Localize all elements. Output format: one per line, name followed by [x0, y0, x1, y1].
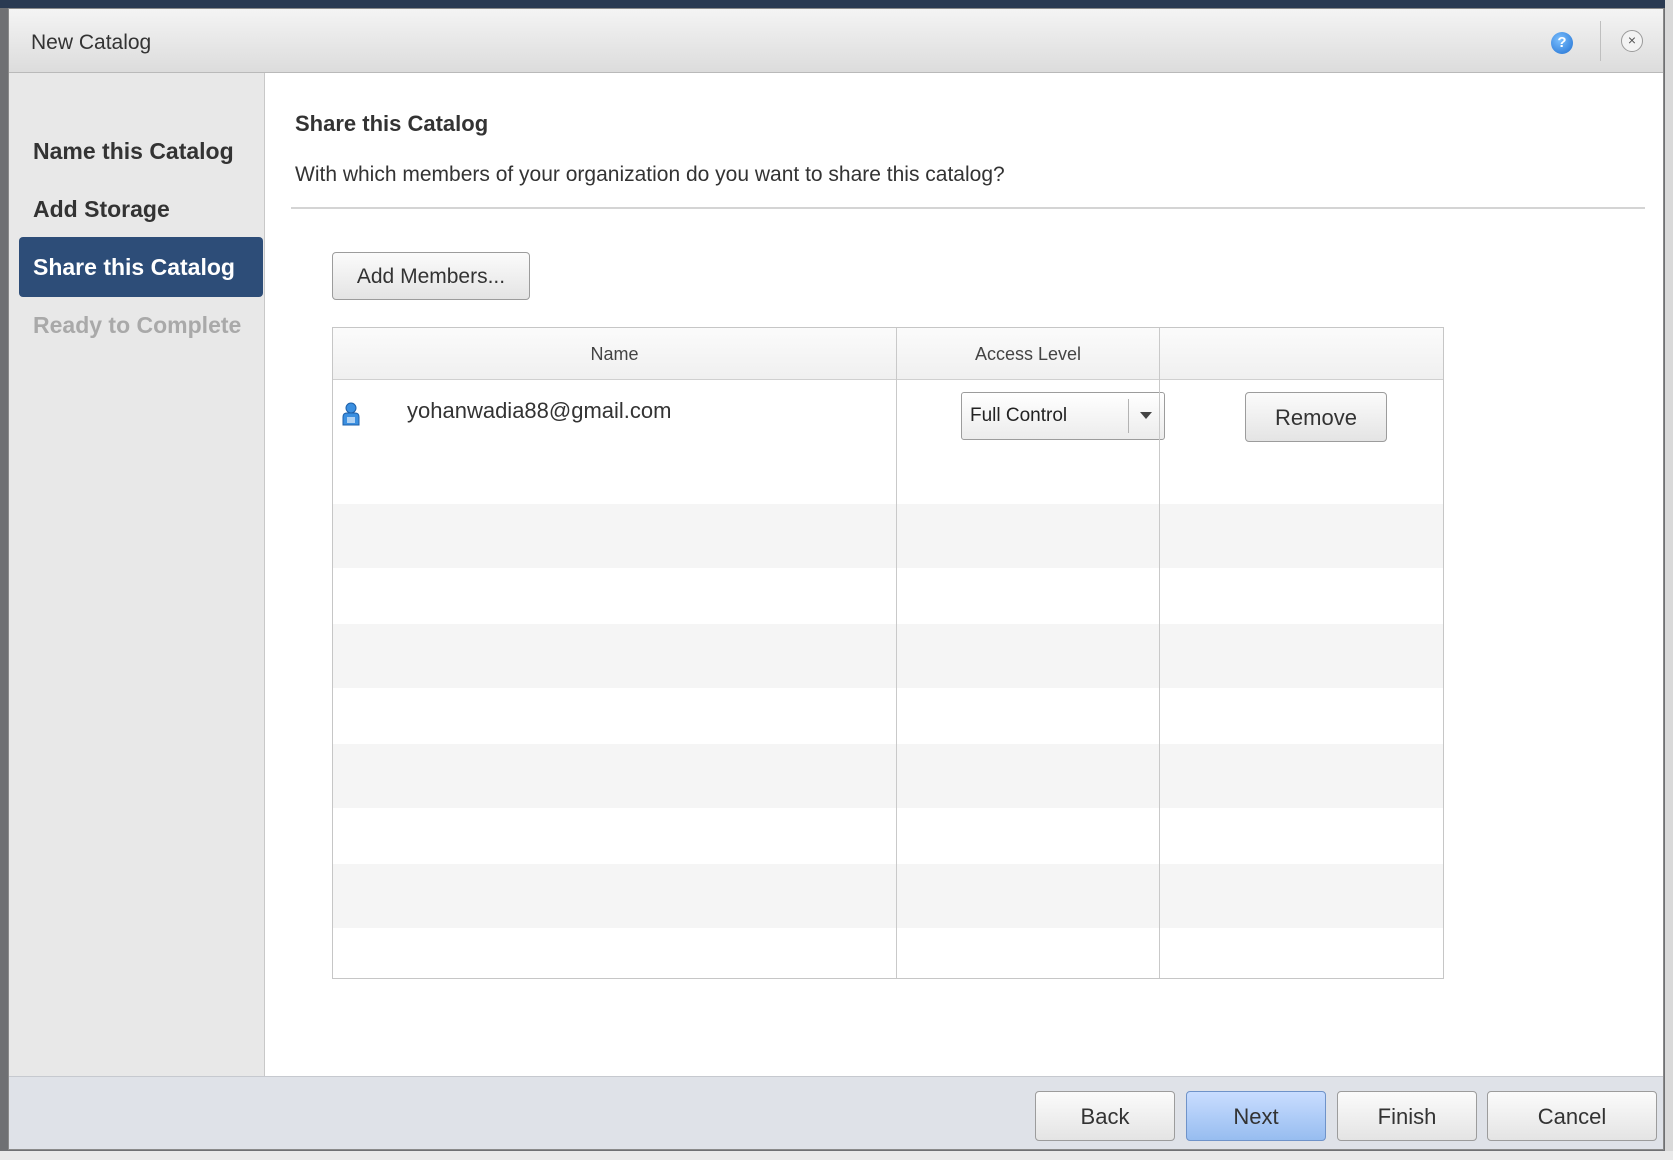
- members-table: Name Access Level yohanwadia88@gmail.com…: [332, 327, 1444, 979]
- column-divider: [896, 328, 897, 978]
- wizard-content: Share this Catalog With which members of…: [265, 73, 1663, 1076]
- table-header: Name Access Level: [333, 328, 1443, 380]
- table-row: [333, 564, 1443, 628]
- user-icon: [342, 402, 360, 426]
- access-level-value: Full Control: [970, 405, 1068, 426]
- cancel-button[interactable]: Cancel: [1487, 1091, 1657, 1141]
- step-label: Ready to Complete: [33, 312, 242, 338]
- column-header-actions: [1160, 328, 1443, 380]
- dialog-titlebar[interactable]: New Catalog ? ×: [9, 9, 1663, 73]
- step-label: Add Storage: [33, 196, 170, 222]
- finish-button[interactable]: Finish: [1337, 1091, 1477, 1141]
- background-app-edge: [1665, 0, 1673, 1160]
- table-row: [333, 684, 1443, 748]
- step-label: Name this Catalog: [33, 138, 234, 164]
- column-header-access-level[interactable]: Access Level: [897, 328, 1159, 380]
- table-row: [333, 744, 1443, 808]
- step-label: Share this Catalog: [33, 254, 235, 280]
- page-title: Share this Catalog: [295, 111, 489, 136]
- wizard-steps-sidebar: Name this Catalog Add Storage Share this…: [9, 73, 265, 1076]
- table-row: [333, 624, 1443, 688]
- step-share-this-catalog[interactable]: Share this Catalog: [19, 237, 263, 297]
- column-divider: [1159, 328, 1160, 978]
- background-app-header: [0, 0, 1673, 8]
- close-icon[interactable]: ×: [1621, 30, 1643, 52]
- background-app-footer: [0, 1151, 1673, 1160]
- help-icon[interactable]: ?: [1551, 32, 1573, 54]
- add-members-button[interactable]: Add Members...: [332, 252, 530, 300]
- step-ready-to-complete: Ready to Complete: [19, 295, 263, 355]
- wizard-footer: Back Next Finish Cancel: [9, 1076, 1663, 1149]
- chevron-down-icon[interactable]: [1140, 412, 1152, 419]
- member-name: yohanwadia88@gmail.com: [407, 398, 672, 423]
- step-name-this-catalog[interactable]: Name this Catalog: [19, 121, 263, 181]
- next-button[interactable]: Next: [1186, 1091, 1326, 1141]
- titlebar-divider: [1600, 21, 1601, 61]
- table-row: [333, 504, 1443, 568]
- table-row: [333, 444, 1443, 508]
- table-row: [333, 804, 1443, 868]
- content-divider: [291, 207, 1645, 209]
- dialog-title: New Catalog: [31, 31, 152, 54]
- table-row: [333, 864, 1443, 928]
- table-row[interactable]: yohanwadia88@gmail.com Full Control Remo…: [333, 380, 1443, 444]
- access-level-select[interactable]: Full Control: [961, 392, 1165, 440]
- select-divider: [1128, 399, 1129, 433]
- back-button[interactable]: Back: [1035, 1091, 1175, 1141]
- new-catalog-dialog: New Catalog ? × Name this Catalog Add St…: [8, 8, 1664, 1150]
- share-question: With which members of your organization …: [295, 163, 1005, 186]
- column-header-name[interactable]: Name: [333, 328, 896, 380]
- step-add-storage[interactable]: Add Storage: [19, 179, 263, 239]
- remove-member-button[interactable]: Remove: [1245, 392, 1387, 442]
